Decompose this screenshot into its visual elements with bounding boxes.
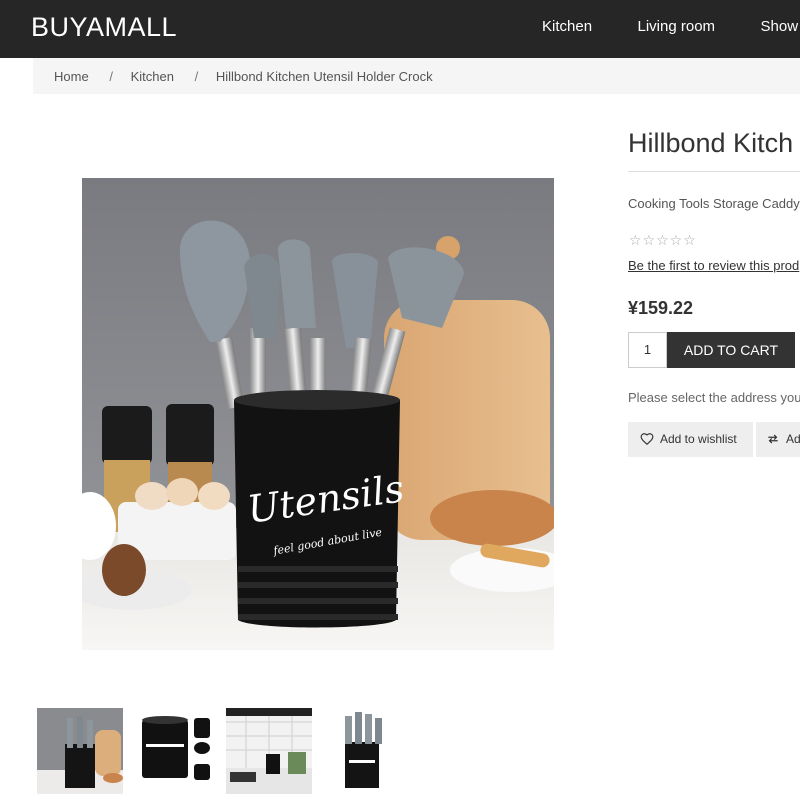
- product-price: ¥159.22: [628, 298, 694, 318]
- thumbnail-3[interactable]: [226, 708, 312, 794]
- add-to-wishlist-button[interactable]: Add to wishlist: [628, 422, 753, 457]
- heart-icon: [640, 433, 654, 446]
- add-to-cart-button[interactable]: ADD TO CART: [667, 332, 795, 368]
- breadcrumb-current: Hillbond Kitchen Utensil Holder Crock: [215, 69, 433, 84]
- product-title: Hillbond Kitch: [628, 128, 794, 158]
- nav-kitchen[interactable]: Kitchen: [542, 18, 592, 35]
- compare-label: Ad: [786, 432, 800, 446]
- thumbnail-2[interactable]: [132, 708, 218, 794]
- address-note: Please select the address you: [628, 390, 800, 405]
- site-logo[interactable]: BUYAMALL: [31, 12, 177, 43]
- thumbnail-4[interactable]: [321, 708, 407, 794]
- breadcrumb: Home / Kitchen / Hillbond Kitchen Utensi…: [33, 58, 800, 94]
- review-link[interactable]: Be the first to review this prod: [628, 258, 799, 273]
- product-main-image[interactable]: Utensils feel good about live: [82, 178, 554, 650]
- product-subtitle: Cooking Tools Storage Caddy,: [628, 196, 800, 211]
- site-header: BUYAMALL Kitchen Living room Show: [0, 0, 800, 58]
- add-to-compare-button[interactable]: Ad: [756, 422, 800, 457]
- quantity-input[interactable]: 1: [628, 332, 667, 368]
- main-nav: Kitchen Living room Show: [542, 18, 800, 36]
- wishlist-label: Add to wishlist: [660, 432, 737, 446]
- nav-living-room[interactable]: Living room: [638, 18, 716, 35]
- compare-icon: [768, 434, 778, 444]
- breadcrumb-home[interactable]: Home: [54, 69, 89, 84]
- breadcrumb-separator: /: [109, 69, 113, 84]
- thumbnail-1[interactable]: [37, 708, 123, 794]
- breadcrumb-separator: /: [194, 69, 199, 84]
- title-divider: [628, 171, 800, 172]
- nav-show[interactable]: Show: [761, 18, 799, 35]
- breadcrumb-kitchen[interactable]: Kitchen: [131, 69, 174, 84]
- rating-stars: ☆☆☆☆☆: [629, 232, 697, 248]
